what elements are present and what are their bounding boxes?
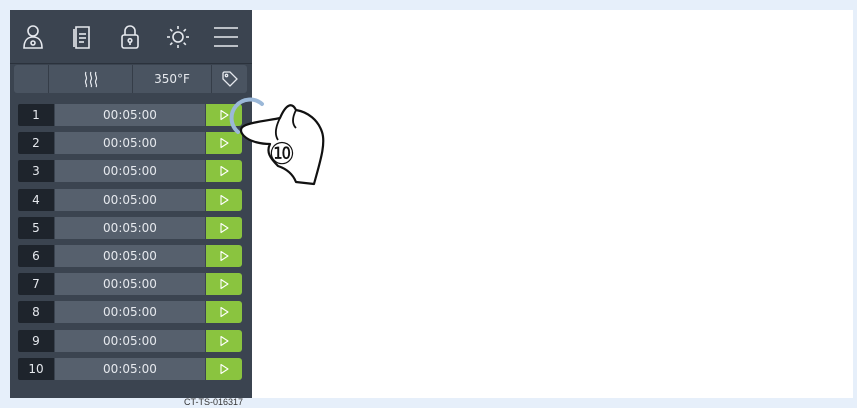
status-bar: 350°F xyxy=(14,65,247,93)
recipe-book-icon[interactable] xyxy=(65,20,99,54)
play-icon xyxy=(220,279,229,290)
timer-value[interactable]: 00:05:00 xyxy=(55,301,205,324)
start-timer-button[interactable] xyxy=(206,301,242,324)
start-timer-button[interactable] xyxy=(206,216,242,239)
timer-row: 6 00:05:00 xyxy=(18,245,242,267)
timer-row: 10 00:05:00 xyxy=(18,357,242,380)
timer-number: 5 xyxy=(18,216,54,239)
timer-value[interactable]: 00:05:00 xyxy=(55,132,205,155)
timer-number: 6 xyxy=(18,245,54,267)
start-timer-button[interactable] xyxy=(206,273,242,296)
touch-hand-icon: ⑩ xyxy=(229,97,325,186)
control-panel: 350°F 1 00:05:00 2 00:05:00 3 00:05:00 4 00:05:… xyxy=(10,10,252,398)
top-toolbar xyxy=(10,10,252,64)
tag-icon[interactable] xyxy=(212,65,247,93)
timer-value[interactable]: 00:05:00 xyxy=(55,273,205,296)
timer-number: 9 xyxy=(18,329,54,352)
timer-number: 10 xyxy=(18,357,54,380)
document-code: CT-TS-016317 xyxy=(184,397,244,407)
timer-row: 2 00:05:00 xyxy=(18,132,242,155)
timer-row: 8 00:05:00 xyxy=(18,301,242,324)
timer-number: 3 xyxy=(18,160,54,183)
step-number: ⑩ xyxy=(269,137,296,172)
timer-value[interactable]: 00:05:00 xyxy=(55,357,205,380)
timer-number: 8 xyxy=(18,301,54,324)
temperature-readout: 350°F xyxy=(154,72,190,86)
timer-value[interactable]: 00:05:00 xyxy=(55,104,205,126)
brightness-icon[interactable] xyxy=(161,20,195,54)
heat-waves-icon xyxy=(49,65,132,93)
play-icon xyxy=(220,194,229,205)
timer-row: 9 00:05:00 xyxy=(18,329,242,352)
timer-number: 4 xyxy=(18,188,54,211)
play-icon xyxy=(220,363,229,374)
start-timer-button[interactable] xyxy=(206,245,242,267)
timer-row: 1 00:05:00 xyxy=(18,104,242,126)
start-timer-button[interactable] xyxy=(206,357,242,380)
timer-number: 2 xyxy=(18,132,54,155)
timer-row: 7 00:05:00 xyxy=(18,273,242,296)
timer-row: 3 00:05:00 xyxy=(18,160,242,183)
timer-number: 1 xyxy=(18,104,54,126)
timer-row: 4 00:05:00 xyxy=(18,188,242,211)
play-icon xyxy=(220,335,229,346)
status-blank-cell xyxy=(14,65,48,93)
start-timer-button[interactable] xyxy=(206,329,242,352)
lock-icon[interactable] xyxy=(113,20,147,54)
menu-icon[interactable] xyxy=(209,20,243,54)
play-icon xyxy=(220,250,229,262)
timer-value[interactable]: 00:05:00 xyxy=(55,245,205,267)
play-icon xyxy=(220,222,229,233)
timer-value[interactable]: 00:05:00 xyxy=(55,160,205,183)
timer-value[interactable]: 00:05:00 xyxy=(55,188,205,211)
user-icon[interactable] xyxy=(16,20,50,54)
timer-number: 7 xyxy=(18,273,54,296)
timer-row: 5 00:05:00 xyxy=(18,216,242,239)
timer-value[interactable]: 00:05:00 xyxy=(55,329,205,352)
timer-value[interactable]: 00:05:00 xyxy=(55,216,205,239)
play-icon xyxy=(220,307,229,318)
